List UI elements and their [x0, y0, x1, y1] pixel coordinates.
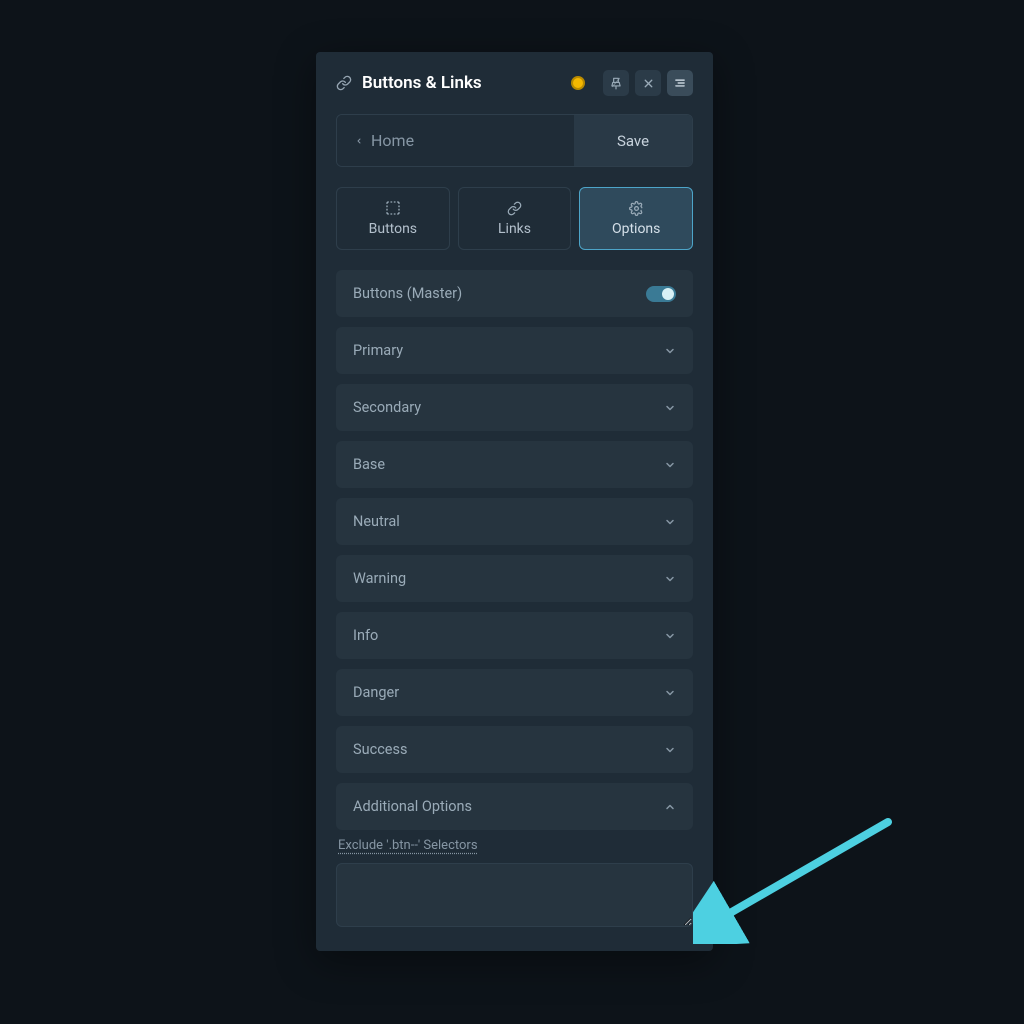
option-label: Primary: [353, 342, 403, 359]
chevron-down-icon: [664, 459, 676, 471]
panel-body: Home Save Buttons Links: [316, 114, 713, 951]
option-warning[interactable]: Warning: [336, 555, 693, 602]
header-actions: [603, 70, 693, 96]
tab-label: Buttons: [369, 221, 417, 237]
chevron-down-icon: [664, 744, 676, 756]
option-info[interactable]: Info: [336, 612, 693, 659]
tab-links[interactable]: Links: [458, 187, 572, 250]
chevron-down-icon: [664, 573, 676, 585]
chevron-down-icon: [664, 630, 676, 642]
panel-title: Buttons & Links: [362, 73, 561, 93]
option-neutral[interactable]: Neutral: [336, 498, 693, 545]
tab-row: Buttons Links Options: [336, 187, 693, 250]
option-label: Buttons (Master): [353, 285, 462, 302]
tab-options[interactable]: Options: [579, 187, 693, 250]
chevron-left-icon: [355, 135, 363, 147]
option-list: Buttons (Master) Primary Secondary Base …: [336, 270, 693, 830]
tab-label: Options: [612, 221, 660, 237]
link-icon: [336, 75, 352, 91]
exclude-selectors-input[interactable]: [336, 863, 693, 927]
option-label: Additional Options: [353, 798, 472, 815]
option-master[interactable]: Buttons (Master): [336, 270, 693, 317]
option-label: Info: [353, 627, 378, 644]
home-button[interactable]: Home: [337, 115, 574, 166]
option-label: Success: [353, 741, 407, 758]
menu-button[interactable]: [667, 70, 693, 96]
chevron-down-icon: [664, 687, 676, 699]
option-label: Base: [353, 456, 385, 473]
save-button[interactable]: Save: [574, 115, 692, 166]
option-success[interactable]: Success: [336, 726, 693, 773]
status-indicator: [571, 76, 585, 90]
tab-buttons[interactable]: Buttons: [336, 187, 450, 250]
chain-icon: [507, 201, 522, 216]
option-label: Secondary: [353, 399, 421, 416]
tab-label: Links: [498, 221, 531, 237]
master-toggle[interactable]: [646, 286, 676, 302]
gear-icon: [629, 201, 644, 216]
settings-panel: Buttons & Links Home Save: [316, 52, 713, 951]
exclude-selectors-label: Exclude '.btn--' Selectors: [336, 838, 693, 853]
option-additional[interactable]: Additional Options: [336, 783, 693, 830]
option-secondary[interactable]: Secondary: [336, 384, 693, 431]
pin-button[interactable]: [603, 70, 629, 96]
chevron-down-icon: [664, 402, 676, 414]
option-label: Danger: [353, 684, 399, 701]
home-label: Home: [371, 131, 414, 150]
option-danger[interactable]: Danger: [336, 669, 693, 716]
annotation-arrow: [693, 814, 903, 944]
panel-header: Buttons & Links: [316, 52, 713, 114]
save-label: Save: [617, 132, 649, 150]
close-button[interactable]: [635, 70, 661, 96]
chevron-down-icon: [664, 516, 676, 528]
nav-row: Home Save: [336, 114, 693, 167]
option-label: Neutral: [353, 513, 400, 530]
selection-icon: [385, 200, 401, 216]
chevron-down-icon: [664, 345, 676, 357]
option-primary[interactable]: Primary: [336, 327, 693, 374]
option-label: Warning: [353, 570, 406, 587]
chevron-up-icon: [664, 801, 676, 813]
option-base[interactable]: Base: [336, 441, 693, 488]
